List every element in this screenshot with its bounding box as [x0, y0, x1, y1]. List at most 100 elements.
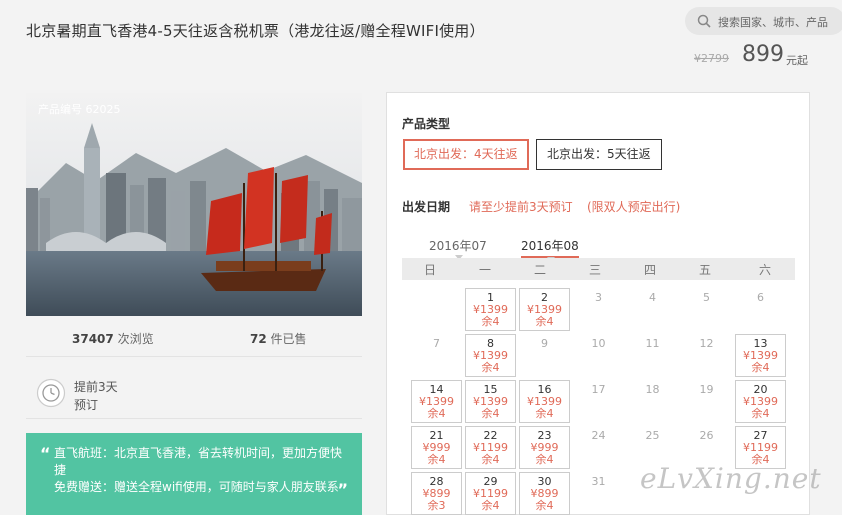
advance-days: 提前3天: [74, 380, 118, 394]
day-stock: 余4: [751, 407, 770, 420]
calendar-day-available[interactable]: 20 ¥1399 余4: [735, 380, 786, 423]
day-number: 19: [699, 383, 714, 396]
calendar-day: 5: [681, 288, 732, 331]
calendar-day: 17: [573, 380, 624, 423]
pair-notice: (限双人预定出行): [587, 200, 681, 214]
day-number: 31: [591, 475, 606, 488]
calendar-day: 12: [681, 334, 732, 377]
promo-direct-flight: 直飞航班：北京直飞香港，省去转机时间，更加方便快捷: [54, 446, 343, 477]
calendar-day: 4: [627, 288, 678, 331]
product-type-label: 产品类型: [402, 117, 451, 131]
day-number: 24: [591, 429, 606, 442]
calendar-day: 31: [573, 472, 624, 515]
weekday-tue: 二: [533, 263, 546, 277]
views-stat: 37407 次浏览: [72, 330, 154, 347]
departure-date-label: 出发日期: [402, 200, 451, 214]
month-tab-july[interactable]: 2016年07: [429, 237, 487, 260]
advance-notice: 请至少提前3天预订: [469, 200, 573, 214]
calendar-day: 6: [735, 288, 786, 331]
calendar-day-available[interactable]: 29 ¥1199 余4: [465, 472, 516, 515]
product-image: 产品编号 62025: [26, 93, 362, 316]
month-tab-label: 2016年08: [521, 239, 579, 253]
day-stock: 余4: [535, 407, 554, 420]
watermark: eLvXing.net: [640, 462, 822, 495]
open-quote-icon: “: [40, 444, 51, 463]
day-number: 11: [645, 337, 660, 350]
day-stock: 余3: [427, 499, 446, 512]
calendar-day-available[interactable]: 28 ¥899 余3: [411, 472, 462, 515]
calendar-day: 19: [681, 380, 732, 423]
option-4-day[interactable]: 北京出发：4天往返: [403, 139, 529, 170]
weekday-wed: 三: [588, 263, 601, 277]
calendar-day: 7: [411, 334, 462, 377]
calendar-day-available[interactable]: 2 ¥1399 余4: [519, 288, 570, 331]
calendar-day-available[interactable]: 30 ¥899 余4: [519, 472, 570, 515]
day-stock: 余4: [535, 315, 554, 328]
day-stock: 余4: [535, 499, 554, 512]
divider: [26, 356, 362, 357]
sold-count: 72: [250, 332, 267, 346]
calendar-day: 9: [519, 334, 570, 377]
booking-panel: 产品类型 北京出发：4天往返 北京出发：5天往返 出发日期 请至少提前3天预订 …: [386, 92, 810, 515]
calendar-day-available[interactable]: 22 ¥1199 余4: [465, 426, 516, 469]
search-input[interactable]: 搜索国家、城市、产品: [718, 14, 828, 30]
option-5-day[interactable]: 北京出发：5天往返: [536, 139, 662, 170]
day-stock: 余4: [481, 407, 500, 420]
calendar-day-available[interactable]: 16 ¥1399 余4: [519, 380, 570, 423]
current-price: 899: [742, 42, 784, 67]
day-stock: 余4: [751, 361, 770, 374]
calendar-day-available[interactable]: 23 ¥999 余4: [519, 426, 570, 469]
day-number: 5: [703, 291, 710, 304]
day-stock: 余4: [535, 453, 554, 466]
calendar-day: 10: [573, 334, 624, 377]
views-count: 37407: [72, 332, 114, 346]
day-number: 25: [645, 429, 660, 442]
calendar-day-available[interactable]: 13 ¥1399 余4: [735, 334, 786, 377]
price-unit: 元起: [786, 54, 808, 67]
day-number: 7: [433, 337, 440, 350]
day-number: 4: [649, 291, 656, 304]
calendar-day-available[interactable]: 14 ¥1399 余4: [411, 380, 462, 423]
day-stock: 余4: [481, 499, 500, 512]
month-tab-label: 2016年07: [429, 239, 487, 253]
day-number: 26: [699, 429, 714, 442]
day-number: 12: [699, 337, 714, 350]
day-stock: 余4: [481, 453, 500, 466]
day-number: 3: [595, 291, 602, 304]
weekday-thu: 四: [643, 263, 656, 277]
page-title: 北京暑期直飞香港4-5天往返含税机票（港龙往返/赠全程WIFI使用）: [26, 22, 485, 40]
search-box[interactable]: 搜索国家、城市、产品: [685, 7, 842, 35]
calendar-day-available[interactable]: 8 ¥1399 余4: [465, 334, 516, 377]
day-number: 9: [541, 337, 548, 350]
day-number: 10: [591, 337, 606, 350]
page: 北京暑期直飞香港4-5天往返含税机票（港龙往返/赠全程WIFI使用） 搜索国家、…: [0, 0, 842, 515]
promo-box: “ 直飞航班：北京直飞香港，省去转机时间，更加方便快捷 免费赠送：赠送全程wif…: [26, 433, 362, 515]
clock-icon: [36, 378, 66, 408]
calendar-day-available[interactable]: 15 ¥1399 余4: [465, 380, 516, 423]
weekday-header: 日 一 二 三 四 五 六: [402, 258, 795, 280]
calendar-day-available[interactable]: 1 ¥1399 余4: [465, 288, 516, 331]
day-number: 17: [591, 383, 606, 396]
weekday-mon: 一: [478, 263, 491, 277]
search-icon[interactable]: [697, 14, 711, 28]
weekday-fri: 五: [698, 263, 711, 277]
original-price: ¥2799: [694, 52, 729, 65]
calendar-day-available[interactable]: 21 ¥999 余4: [411, 426, 462, 469]
product-code: 产品编号 62025: [38, 103, 121, 116]
calendar-day: 18: [627, 380, 678, 423]
day-number: 18: [645, 383, 660, 396]
calendar-day: 24: [573, 426, 624, 469]
month-tab-august[interactable]: 2016年08: [521, 237, 579, 262]
advance-booking: 提前3天 预订: [74, 378, 118, 414]
day-stock: 余4: [481, 315, 500, 328]
views-label: 次浏览: [117, 332, 154, 346]
close-quote-icon: ”: [337, 480, 348, 499]
sold-label: 件已售: [270, 332, 307, 346]
weekday-sat: 六: [758, 263, 771, 277]
divider: [26, 418, 362, 419]
day-stock: 余4: [481, 361, 500, 374]
advance-label: 预订: [74, 398, 99, 412]
day-number: 6: [757, 291, 764, 304]
hong-kong-harbor-photo: [26, 93, 362, 316]
calendar-day: 11: [627, 334, 678, 377]
